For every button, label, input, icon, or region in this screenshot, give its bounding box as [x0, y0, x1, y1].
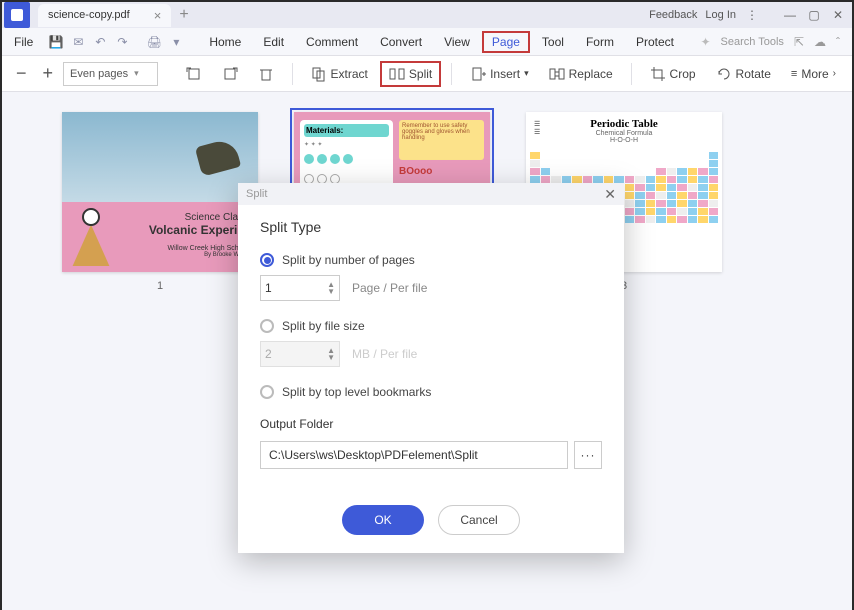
page-filter-value: Even pages	[70, 68, 128, 80]
menu-comment[interactable]: Comment	[296, 31, 368, 53]
section-split-type: Split Type	[260, 219, 602, 235]
chevron-down-icon[interactable]: ▾	[167, 33, 185, 51]
browse-label: ···	[581, 448, 596, 462]
menu-convert[interactable]: Convert	[370, 31, 432, 53]
size-number-input: 2 ▲▼	[260, 341, 340, 367]
print-icon[interactable]: 🖨	[145, 33, 163, 51]
menu-form[interactable]: Form	[576, 31, 624, 53]
page-toolbar: − + Even pages ▾ Extract Split Insert▾ R…	[2, 56, 852, 92]
close-tab-icon[interactable]: ×	[154, 8, 162, 23]
mail-icon[interactable]: ✉	[69, 33, 87, 51]
redo-icon[interactable]: ↷	[113, 33, 131, 51]
thumb1-line2: Volcanic Experim	[72, 223, 248, 237]
spin-down-icon[interactable]: ▼	[327, 288, 335, 295]
chevron-down-icon: ▾	[134, 68, 139, 79]
feedback-link[interactable]: Feedback	[649, 9, 697, 21]
split-button[interactable]: Split	[380, 61, 441, 87]
menu-tool[interactable]: Tool	[532, 31, 574, 53]
radio-split-pages[interactable]	[260, 253, 274, 267]
kebab-icon[interactable]: ⋮	[744, 7, 760, 23]
undo-icon[interactable]: ↶	[91, 33, 109, 51]
cloud-icon[interactable]: ☁	[814, 35, 826, 49]
rotate-right-icon[interactable]	[214, 62, 246, 86]
chevron-up-icon[interactable]: ˆ	[836, 35, 840, 49]
insert-button[interactable]: Insert▾	[462, 62, 537, 86]
more-button[interactable]: ≡ More›	[783, 63, 844, 85]
radio-split-bookmarks[interactable]	[260, 385, 274, 399]
size-hint: MB / Per file	[352, 347, 417, 361]
page-number-1: 1	[62, 280, 258, 292]
output-path: C:\Users\ws\Desktop\PDFelement\Split	[269, 448, 478, 462]
cancel-button[interactable]: Cancel	[438, 505, 520, 535]
ok-label: OK	[374, 513, 391, 527]
close-window-icon[interactable]: ✕	[830, 7, 846, 23]
delete-icon[interactable]	[250, 62, 282, 86]
thumb2-boo: BOooo	[399, 166, 484, 177]
page-thumb-1[interactable]: Science Class Volcanic Experim Willow Cr…	[62, 112, 258, 292]
zoom-out-button[interactable]: −	[10, 61, 33, 86]
share-icon[interactable]: ⇱	[794, 35, 804, 49]
pages-number-input[interactable]: 1 ▲▼	[260, 275, 340, 301]
radio-split-size[interactable]	[260, 319, 274, 333]
menu-view[interactable]: View	[434, 31, 480, 53]
extract-button[interactable]: Extract	[303, 62, 376, 86]
crop-label: Crop	[670, 67, 696, 81]
menu-edit[interactable]: Edit	[253, 31, 294, 53]
zoom-in-button[interactable]: +	[37, 61, 60, 86]
page-filter-select[interactable]: Even pages ▾	[63, 62, 158, 86]
rotate-label: Rotate	[736, 67, 771, 81]
login-link[interactable]: Log In	[705, 9, 736, 21]
minimize-icon[interactable]: —	[782, 7, 798, 23]
thumb3-sub1: Chemical Formula	[530, 130, 718, 137]
menu-home[interactable]: Home	[199, 31, 251, 53]
replace-label: Replace	[569, 67, 613, 81]
search-input[interactable]: Search Tools	[721, 36, 784, 48]
label-split-bookmarks: Split by top level bookmarks	[282, 385, 431, 399]
rotate-button[interactable]: Rotate	[708, 62, 779, 86]
insert-label: Insert	[490, 67, 520, 81]
document-title: science-copy.pdf	[48, 9, 130, 21]
new-tab-button[interactable]: +	[179, 6, 188, 24]
output-folder-label: Output Folder	[260, 417, 602, 431]
cancel-label: Cancel	[460, 513, 497, 527]
label-split-size: Split by file size	[282, 319, 365, 333]
more-label: More	[801, 67, 828, 81]
menu-file[interactable]: File	[6, 31, 41, 53]
wand-icon[interactable]: ✦	[700, 35, 710, 49]
browse-button[interactable]: ···	[574, 441, 602, 469]
pages-value: 1	[265, 281, 272, 295]
split-dialog: Split ✕ Split Type Split by number of pa…	[238, 183, 624, 553]
ok-button[interactable]: OK	[342, 505, 424, 535]
dialog-title: Split	[246, 188, 267, 200]
extract-label: Extract	[331, 67, 368, 81]
rotate-left-icon[interactable]	[178, 62, 210, 86]
thumb2-note: Remember to use safety goggles and glove…	[399, 120, 484, 160]
app-icon	[4, 2, 30, 28]
document-tab[interactable]: science-copy.pdf ×	[38, 4, 171, 27]
thumb3-sub2: H-O-O-H	[530, 137, 718, 144]
menu-protect[interactable]: Protect	[626, 31, 684, 53]
menubar: File 💾 ✉ ↶ ↷ 🖨 ▾ Home Edit Comment Conve…	[2, 28, 852, 56]
thumb3-title: Periodic Table	[530, 118, 718, 130]
pages-hint: Page / Per file	[352, 281, 427, 295]
size-value: 2	[265, 347, 272, 361]
save-icon[interactable]: 💾	[47, 33, 65, 51]
menu-page[interactable]: Page	[482, 31, 530, 53]
thumb2-materials: Materials:	[304, 124, 389, 137]
replace-button[interactable]: Replace	[541, 62, 621, 86]
titlebar: science-copy.pdf × + Feedback Log In ⋮ —…	[2, 2, 852, 28]
label-split-pages: Split by number of pages	[282, 253, 415, 267]
maximize-icon[interactable]: ▢	[806, 7, 822, 23]
dialog-close-icon[interactable]: ✕	[604, 186, 616, 203]
crop-button[interactable]: Crop	[642, 62, 704, 86]
output-folder-input[interactable]: C:\Users\ws\Desktop\PDFelement\Split	[260, 441, 568, 469]
split-label: Split	[409, 67, 432, 81]
